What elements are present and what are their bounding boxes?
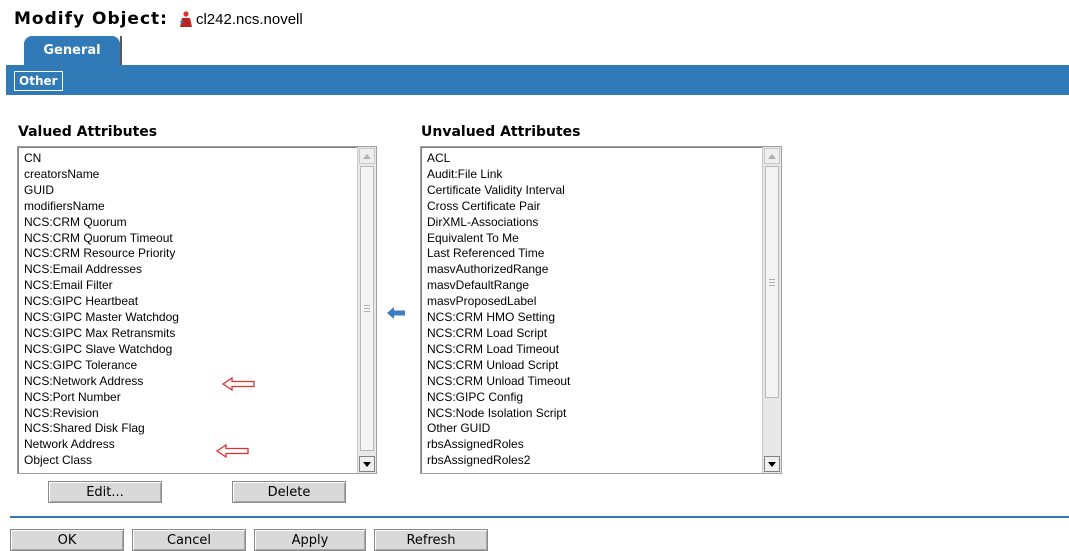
list-item[interactable]: masvDefaultRange	[427, 278, 570, 294]
list-item[interactable]: NCS:Node Isolation Script	[427, 406, 570, 422]
list-item[interactable]: Certificate Validity Interval	[427, 183, 570, 199]
add-attribute-arrow-icon[interactable]	[386, 305, 406, 324]
list-item[interactable]: Last Referenced Time	[427, 246, 570, 262]
list-item[interactable]: NCS:GIPC Max Retransmits	[24, 326, 179, 342]
list-item[interactable]: creatorsName	[24, 167, 179, 183]
list-item[interactable]: NCS:Email Addresses	[24, 262, 179, 278]
list-item[interactable]: rbsAssignedRoles2	[427, 453, 570, 469]
unvalued-scrollbar[interactable]	[762, 147, 781, 473]
cancel-button[interactable]: Cancel	[132, 529, 246, 551]
unvalued-items: ACL Audit:File Link Certificate Validity I…	[427, 151, 570, 469]
list-item[interactable]: GUID	[24, 183, 179, 199]
annotation-arrow-icon	[221, 376, 256, 395]
valued-scroll-thumb[interactable]	[360, 166, 374, 451]
apply-button[interactable]: Apply	[254, 529, 366, 551]
list-item[interactable]: NCS:Shared Disk Flag	[24, 421, 179, 437]
list-item[interactable]: NCS:Network Address	[24, 374, 179, 390]
list-item[interactable]: NCS:Email Filter	[24, 278, 179, 294]
scroll-down-icon[interactable]	[359, 456, 375, 472]
list-item[interactable]: NCS:CRM Unload Timeout	[427, 374, 570, 390]
list-item[interactable]: Audit:File Link	[427, 167, 570, 183]
subtab-bar: Other	[6, 65, 1069, 95]
valued-scrollbar[interactable]	[357, 147, 376, 473]
page-title: Modify Object:	[14, 9, 168, 29]
delete-button[interactable]: Delete	[232, 481, 346, 503]
list-item[interactable]: NCS:GIPC Heartbeat	[24, 294, 179, 310]
list-item[interactable]: Cross Certificate Pair	[427, 199, 570, 215]
list-item[interactable]: masvProposedLabel	[427, 294, 570, 310]
list-item[interactable]: NCS:CRM Unload Script	[427, 358, 570, 374]
object-name: cl242.ncs.novell	[195, 10, 303, 28]
refresh-button[interactable]: Refresh	[374, 529, 488, 551]
list-item[interactable]: Object Class	[24, 453, 179, 469]
list-item[interactable]: Other GUID	[427, 421, 570, 437]
valued-items: CN creatorsName GUID modifiersName NCS:CRM Q…	[24, 151, 179, 469]
valued-attributes-title: Valued Attributes	[18, 124, 158, 140]
unvalued-attributes-title: Unvalued Attributes	[421, 124, 581, 140]
scroll-up-icon[interactable]	[359, 148, 375, 164]
list-item[interactable]: rbsAssignedRoles	[427, 437, 570, 453]
list-item[interactable]: NCS:GIPC Tolerance	[24, 358, 179, 374]
subtab-other[interactable]: Other	[14, 71, 63, 91]
list-item[interactable]: Network Address	[24, 437, 179, 453]
scroll-down-icon[interactable]	[764, 456, 780, 472]
tab-divider	[120, 36, 122, 65]
list-item[interactable]: CN	[24, 151, 179, 167]
list-item[interactable]: ACL	[427, 151, 570, 167]
list-item[interactable]: NCS:CRM Load Script	[427, 326, 570, 342]
unvalued-scroll-thumb[interactable]	[765, 166, 779, 398]
footer-divider	[10, 516, 1069, 518]
object-icon	[178, 10, 194, 28]
scroll-up-icon[interactable]	[764, 148, 780, 164]
ok-button[interactable]: OK	[10, 529, 124, 551]
tab-general[interactable]: General	[24, 36, 120, 65]
list-item[interactable]: NCS:CRM Resource Priority	[24, 246, 179, 262]
list-item[interactable]: NCS:CRM Quorum Timeout	[24, 231, 179, 247]
valued-attributes-list[interactable]: CN creatorsName GUID modifiersName NCS:CRM Q…	[17, 146, 377, 474]
list-item[interactable]: modifiersName	[24, 199, 179, 215]
list-item[interactable]: NCS:CRM HMO Setting	[427, 310, 570, 326]
list-item[interactable]: NCS:CRM Load Timeout	[427, 342, 570, 358]
list-item[interactable]: NCS:GIPC Slave Watchdog	[24, 342, 179, 358]
list-item[interactable]: NCS:CRM Quorum	[24, 215, 179, 231]
edit-button[interactable]: Edit...	[48, 481, 162, 503]
annotation-arrow-icon	[215, 443, 250, 462]
list-item[interactable]: NCS:Revision	[24, 406, 179, 422]
list-item[interactable]: NCS:GIPC Master Watchdog	[24, 310, 179, 326]
list-item[interactable]: Equivalent To Me	[427, 231, 570, 247]
unvalued-attributes-list[interactable]: ACL Audit:File Link Certificate Validity I…	[420, 146, 782, 474]
list-item[interactable]: NCS:GIPC Config	[427, 390, 570, 406]
list-item[interactable]: NCS:Port Number	[24, 390, 179, 406]
list-item[interactable]: DirXML-Associations	[427, 215, 570, 231]
page-header: Modify Object: cl242.ncs.novell	[14, 6, 303, 32]
list-item[interactable]: masvAuthorizedRange	[427, 262, 570, 278]
